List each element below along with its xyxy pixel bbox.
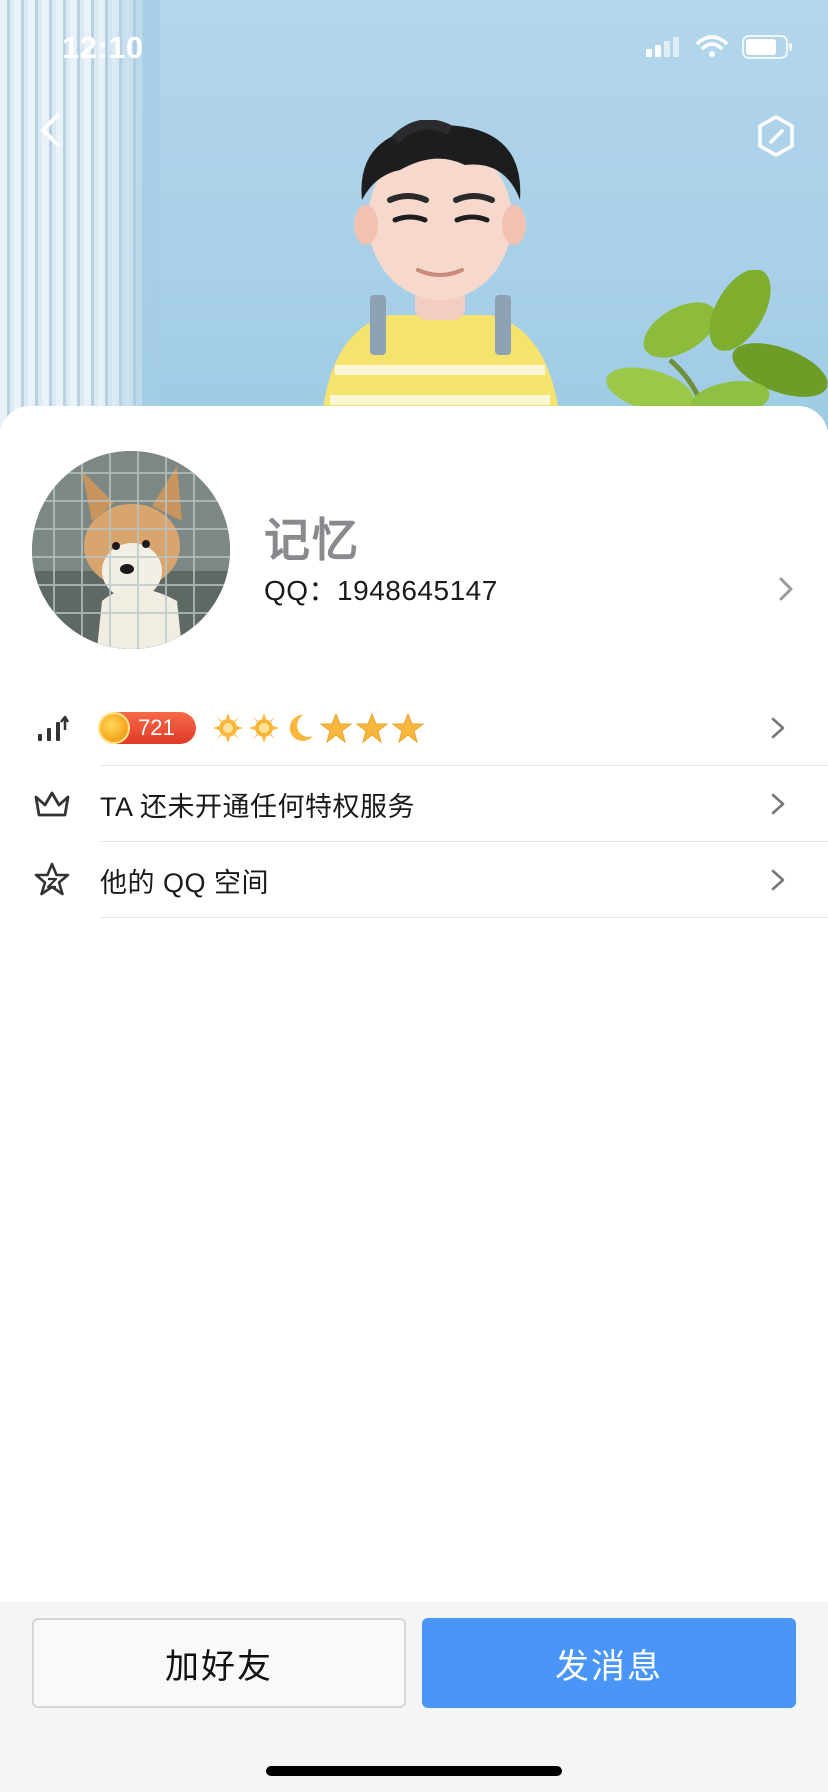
star-outline-icon [32, 860, 72, 900]
moon-icon [289, 714, 313, 741]
qzone-row[interactable]: 他的 QQ 空间 [0, 842, 828, 918]
qzone-label: 他的 QQ 空间 [100, 867, 270, 898]
cellular-signal-icon [646, 37, 679, 57]
qq-number: QQ：1948645147 [264, 575, 498, 606]
status-time: 12:10 [62, 30, 144, 65]
chevron-right-icon [771, 793, 785, 815]
send-message-button[interactable]: 发消息 [422, 1618, 796, 1708]
profile-detail-arrow[interactable] [774, 574, 798, 604]
divider [100, 917, 828, 918]
add-friend-button[interactable]: 加好友 [32, 1618, 406, 1708]
star-icon [320, 712, 352, 744]
chevron-right-icon [771, 869, 785, 891]
settings-button[interactable] [752, 112, 800, 160]
coin-icon [98, 712, 130, 744]
level-badge: 721 [98, 712, 196, 744]
hexagon-settings-icon [758, 115, 794, 157]
profile-info-list: 721 TA 还未开通任何特权服务 他的 QQ 空间 [0, 690, 828, 918]
crown-icon [32, 784, 72, 824]
corgi-dog-avatar [32, 451, 230, 649]
bottom-action-bar: 加好友 发消息 [0, 1602, 828, 1792]
level-row[interactable]: 721 [0, 690, 828, 766]
status-bar: 12:10 [0, 0, 828, 100]
battery-icon [742, 35, 792, 59]
star-icon [392, 712, 424, 744]
chevron-left-icon [41, 113, 60, 147]
level-value: 721 [138, 715, 175, 740]
home-indicator[interactable] [266, 1766, 562, 1776]
sun-icon [213, 713, 243, 743]
cover-3d-avatar [320, 120, 562, 430]
profile-card: 记忆 QQ：1948645147 721 TA 还未开通任何特权服务 他的 QQ… [0, 406, 828, 1602]
avatar[interactable] [32, 451, 230, 649]
status-icons [646, 34, 794, 60]
sun-icon [249, 713, 279, 743]
nickname: 记忆 [264, 514, 360, 566]
star-icon [356, 712, 388, 744]
level-icons [212, 712, 424, 744]
wifi-icon [696, 35, 728, 57]
level-chart-icon [32, 708, 72, 748]
back-button[interactable] [26, 106, 74, 154]
chevron-right-icon [771, 717, 785, 739]
privilege-label: TA 还未开通任何特权服务 [100, 791, 416, 822]
privilege-row[interactable]: TA 还未开通任何特权服务 [0, 766, 828, 842]
